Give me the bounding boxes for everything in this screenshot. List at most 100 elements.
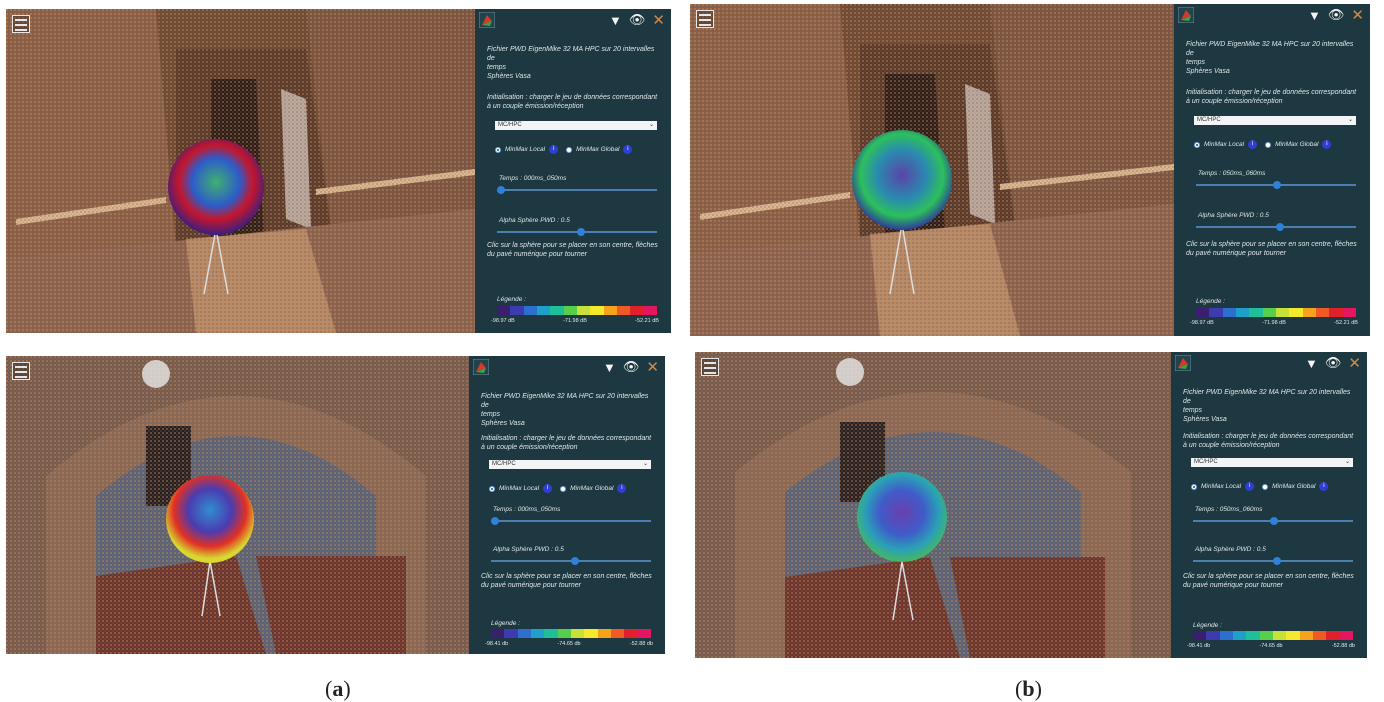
time-slider-handle[interactable]: [1269, 517, 1278, 525]
legend-colorbar: [1196, 308, 1356, 317]
info-icon[interactable]: i: [543, 484, 553, 493]
legend-swatch: [1329, 308, 1343, 317]
minmax-global-radio[interactable]: [1265, 141, 1272, 148]
alpha-slider[interactable]: [491, 557, 651, 565]
legend-swatch: [497, 306, 511, 315]
alpha-slider[interactable]: [1193, 557, 1353, 565]
dataset-select[interactable]: MC/HPC ⌄: [495, 121, 657, 130]
viewer-top-right: ▼ 👁 ✕ Fichier PWD EigenMike 32 MA HPC su…: [690, 4, 1370, 336]
legend-swatch: [523, 306, 537, 315]
point-cloud-render: [695, 352, 1171, 658]
point-cloud-scene[interactable]: [6, 9, 475, 333]
alpha-slider[interactable]: [1196, 223, 1356, 231]
pwd-sphere[interactable]: [168, 139, 264, 235]
hamburger-menu-button[interactable]: [701, 358, 719, 376]
minmax-local-radio[interactable]: [495, 146, 501, 153]
info-icon[interactable]: i: [1319, 482, 1329, 491]
time-slider[interactable]: [1196, 181, 1356, 189]
legend-swatch: [1272, 631, 1287, 640]
time-slider-handle[interactable]: [1272, 181, 1281, 189]
legend-swatch: [1246, 631, 1260, 640]
legend-swatch: [504, 629, 518, 638]
minmax-global-radio[interactable]: [1262, 483, 1269, 490]
navigation-hint: Clic sur la sphère pour se placer en son…: [1183, 573, 1354, 589]
legend-label: Légende :: [1193, 622, 1222, 629]
app-logo-icon: [1175, 355, 1191, 371]
legend-swatch: [1312, 631, 1327, 640]
dataset-select[interactable]: MC/HPC ⌄: [489, 460, 651, 469]
minmax-global-radio[interactable]: [566, 146, 573, 153]
chevron-down-icon: ⌄: [1347, 117, 1353, 123]
panel-toolbar: ▼ 👁 ✕: [603, 358, 659, 376]
time-slider[interactable]: [491, 517, 651, 525]
eye-icon[interactable]: 👁: [629, 12, 646, 28]
alpha-label: Alpha Sphère PWD : 0.5: [1198, 212, 1269, 219]
app-logo-icon: [473, 359, 489, 375]
info-icon[interactable]: i: [623, 145, 633, 154]
minmax-global-radio[interactable]: [560, 485, 567, 492]
legend-colorbar: [1193, 631, 1353, 640]
dropdown-arrow-icon[interactable]: ▼: [1308, 8, 1321, 23]
info-icon[interactable]: i: [617, 484, 627, 493]
info-icon[interactable]: i: [1248, 140, 1258, 149]
alpha-value: 0.5: [560, 217, 570, 224]
dataset-select[interactable]: MC/HPC ⌄: [1191, 458, 1353, 467]
point-cloud-scene[interactable]: [690, 4, 1174, 336]
time-slider-handle[interactable]: [497, 186, 505, 194]
pwd-sphere[interactable]: [857, 472, 947, 562]
point-cloud-scene[interactable]: [695, 352, 1171, 658]
time-slider-handle[interactable]: [491, 517, 499, 525]
time-value: 050ms_060ms: [1219, 506, 1263, 513]
alpha-slider-handle[interactable]: [571, 557, 579, 565]
legend-swatch: [1235, 308, 1250, 317]
close-icon[interactable]: ✕: [1351, 6, 1364, 24]
pwd-sphere[interactable]: [852, 130, 952, 230]
minmax-local-radio[interactable]: [1194, 141, 1200, 148]
legend-swatch: [1289, 308, 1303, 317]
dropdown-arrow-icon[interactable]: ▼: [1305, 356, 1318, 371]
legend-swatch: [1196, 308, 1210, 317]
minmax-local-radio[interactable]: [489, 485, 495, 492]
time-value: 000ms_050ms: [523, 175, 567, 182]
viewer-top-left: ▼ 👁 ✕ Fichier PWD EigenMike 32 MA HPC su…: [6, 9, 671, 333]
dataset-select[interactable]: MC/HPC ⌄: [1194, 116, 1356, 125]
info-icon[interactable]: i: [1245, 482, 1255, 491]
minmax-local-label: MinMax Local: [1204, 141, 1245, 148]
hamburger-menu-button[interactable]: [696, 10, 714, 28]
init-instructions: Initialisation : charger le jeu de donné…: [1183, 433, 1354, 449]
close-icon[interactable]: ✕: [1348, 354, 1361, 372]
close-icon[interactable]: ✕: [646, 358, 659, 376]
dropdown-arrow-icon[interactable]: ▼: [603, 360, 616, 375]
close-icon[interactable]: ✕: [652, 11, 665, 29]
alpha-slider[interactable]: [497, 228, 657, 236]
time-slider[interactable]: [1193, 517, 1353, 525]
dataset-title: Fichier PWD EigenMike 32 MA HPC sur 20 i…: [487, 46, 655, 80]
hamburger-menu-button[interactable]: [12, 15, 30, 33]
info-icon[interactable]: i: [1322, 140, 1332, 149]
alpha-label: Alpha Sphère PWD : 0.5: [499, 217, 570, 224]
legend-swatch: [530, 629, 545, 638]
alpha-slider-handle[interactable]: [577, 228, 585, 236]
dropdown-arrow-icon[interactable]: ▼: [609, 13, 622, 28]
control-panel: ▼ 👁 ✕ Fichier PWD EigenMike 32 MA HPC su…: [1174, 4, 1370, 336]
legend-swatch: [1262, 308, 1276, 317]
eye-icon[interactable]: 👁: [1325, 355, 1342, 371]
legend-swatch: [1302, 308, 1316, 317]
navigation-hint: Clic sur la sphère pour se placer en son…: [487, 242, 658, 258]
legend-swatch: [610, 629, 625, 638]
hamburger-menu-button[interactable]: [12, 362, 30, 380]
alpha-slider-handle[interactable]: [1273, 557, 1281, 565]
info-icon[interactable]: i: [549, 145, 559, 154]
pwd-sphere[interactable]: [166, 475, 254, 563]
legend-swatch: [550, 306, 564, 315]
legend-swatch: [544, 629, 558, 638]
eye-icon[interactable]: 👁: [623, 359, 640, 375]
point-cloud-scene[interactable]: [6, 356, 469, 654]
time-slider[interactable]: [497, 186, 657, 194]
minmax-local-radio[interactable]: [1191, 483, 1197, 490]
legend-swatch: [557, 629, 571, 638]
app-logo-icon: [1178, 7, 1194, 23]
legend-swatch: [1339, 631, 1353, 640]
eye-icon[interactable]: 👁: [1328, 7, 1345, 23]
alpha-slider-handle[interactable]: [1276, 223, 1284, 231]
